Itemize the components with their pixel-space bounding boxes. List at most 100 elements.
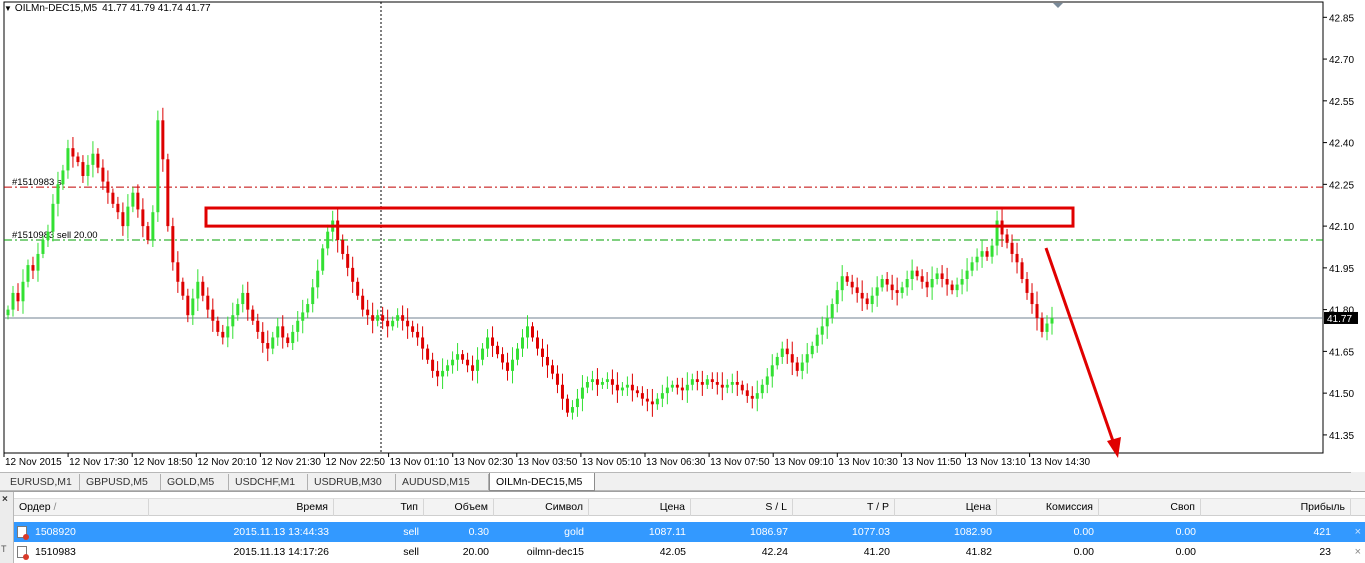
candle-body xyxy=(635,390,639,394)
tab-eurusd[interactable]: EURUSD,M1 xyxy=(4,474,80,490)
candle-body xyxy=(41,240,45,254)
candle-body xyxy=(785,348,789,355)
tab-scroll-right[interactable] xyxy=(1351,472,1365,491)
candle-body xyxy=(565,398,569,413)
candle-body xyxy=(146,226,150,241)
cell-sl: 1086.97 xyxy=(750,526,788,538)
candle-body xyxy=(76,156,80,163)
x-tick-label: 13 Nov 13:10 xyxy=(967,457,1027,468)
close-order-icon[interactable]: × xyxy=(1355,542,1361,562)
col-price[interactable]: Цена xyxy=(589,499,691,516)
chart-area[interactable]: 42.85 42.70 42.55 42.40 42.25 42.10 41.95 41.80… xyxy=(0,0,1365,472)
tab-gbpusd[interactable]: GBPUSD,M5 xyxy=(80,474,161,490)
order-label: #1510983 sell 20.00 xyxy=(12,230,98,241)
col-type[interactable]: Тип xyxy=(334,499,424,516)
candle-body xyxy=(101,167,105,182)
cell-type: sell xyxy=(403,546,419,558)
candle-body xyxy=(720,384,724,388)
tab-oilmn-dec15[interactable]: OILMn-DEC15,M5 xyxy=(489,473,595,491)
tab-gold[interactable]: GOLD,M5 xyxy=(161,474,229,490)
close-order-icon[interactable]: × xyxy=(1355,522,1361,542)
candle-body xyxy=(695,379,699,383)
tab-usdrub[interactable]: USDRUB,M30 xyxy=(308,474,396,490)
candle-body xyxy=(745,390,749,396)
candle-body xyxy=(116,203,120,213)
cell-tp: 1077.03 xyxy=(852,526,890,538)
cell-price-current: 41.82 xyxy=(965,546,992,558)
candle-body xyxy=(241,292,245,305)
candle-body xyxy=(501,354,505,363)
candle-body xyxy=(451,359,455,366)
x-tick-label: 13 Nov 07:50 xyxy=(710,457,770,468)
x-tick-label: 12 Nov 18:50 xyxy=(133,457,193,468)
candle-body xyxy=(71,148,75,157)
col-price-current[interactable]: Цена xyxy=(895,499,997,516)
candle-body xyxy=(625,384,629,388)
price-chart[interactable]: 42.8542.7042.5542.4042.2542.1041.9541.80… xyxy=(0,0,1365,472)
candle-body xyxy=(86,164,90,176)
col-time[interactable]: Время xyxy=(149,499,334,516)
col-profit[interactable]: Прибыль xyxy=(1201,499,1351,516)
candle-body xyxy=(66,148,70,171)
col-tp[interactable]: T / P xyxy=(793,499,895,516)
candle-body xyxy=(251,309,255,321)
candle-body xyxy=(91,153,95,165)
y-tick-label: 41.50 xyxy=(1329,389,1354,400)
tab-audusd[interactable]: AUDUSD,M15 xyxy=(396,474,489,490)
candle-body xyxy=(580,387,584,399)
candle-body xyxy=(6,309,10,316)
cell-profit: 421 xyxy=(1313,526,1331,538)
terminal-side-label: Т xyxy=(1,544,7,554)
chart-menu-triangle-icon[interactable]: ▼ xyxy=(4,4,12,13)
candle-body xyxy=(281,326,285,338)
y-tick-label: 41.35 xyxy=(1329,431,1354,442)
cell-type: sell xyxy=(403,526,419,538)
candle-body xyxy=(261,331,265,344)
cell-price: 42.05 xyxy=(659,546,686,558)
candle-body xyxy=(710,379,714,383)
col-order[interactable]: Ордер / xyxy=(14,499,149,516)
col-symbol[interactable]: Символ xyxy=(494,499,589,516)
y-tick-label: 42.40 xyxy=(1329,139,1354,150)
candle-body xyxy=(356,281,360,296)
col-sl[interactable]: S / L xyxy=(691,499,793,516)
candle-body xyxy=(296,320,300,332)
candle-body xyxy=(276,326,280,338)
candle-body xyxy=(291,331,295,344)
candle-body xyxy=(1020,262,1024,280)
table-row[interactable]: 1510983 2015.11.13 14:17:26 sell 20.00 o… xyxy=(14,542,1365,562)
x-tick-label: 13 Nov 11:50 xyxy=(902,457,961,468)
x-tick-label: 12 Nov 20:10 xyxy=(197,457,257,468)
x-tick-label: 13 Nov 02:30 xyxy=(454,457,514,468)
candle-body xyxy=(156,120,160,213)
candle-body xyxy=(386,320,390,327)
candle-body xyxy=(975,256,979,263)
candle-body xyxy=(950,284,954,291)
candle-body xyxy=(550,365,554,374)
terminal-close-icon[interactable]: × xyxy=(2,494,8,505)
y-tick-label: 41.95 xyxy=(1329,264,1354,275)
col-volume[interactable]: Объем xyxy=(424,499,494,516)
candle-body xyxy=(216,320,220,332)
candle-body xyxy=(715,382,719,385)
candle-body xyxy=(481,348,485,360)
x-tick-label: 13 Nov 06:30 xyxy=(646,457,706,468)
tab-usdchf[interactable]: USDCHF,M1 xyxy=(229,474,308,490)
cell-tp: 41.20 xyxy=(863,546,890,558)
candle-body xyxy=(176,262,180,282)
x-tick-label: 12 Nov 22:50 xyxy=(326,457,386,468)
col-commission[interactable]: Комиссия xyxy=(997,499,1099,516)
table-row[interactable]: 1508920 2015.11.13 13:44:33 sell 0.30 go… xyxy=(14,522,1365,542)
symbol-tab-bar: EURUSD,M1 GBPUSD,M5 GOLD,M5 USDCHF,M1 US… xyxy=(0,472,1365,491)
candle-body xyxy=(585,382,589,388)
candle-body xyxy=(461,354,465,360)
candle-body xyxy=(650,401,654,405)
candle-body xyxy=(316,270,320,288)
candle-body xyxy=(1010,242,1014,254)
candle-body xyxy=(1005,234,1009,243)
col-swap[interactable]: Своп xyxy=(1099,499,1201,516)
candle-body xyxy=(121,212,125,227)
candle-body xyxy=(665,387,669,394)
candle-body xyxy=(755,393,759,399)
candle-body xyxy=(446,365,450,371)
